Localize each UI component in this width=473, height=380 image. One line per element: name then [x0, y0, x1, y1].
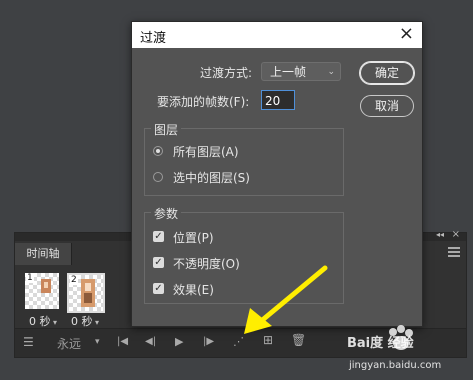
frame-delay-1[interactable]: 0 秒 ▾ [29, 313, 57, 329]
chevron-down-icon: ⌄ [327, 67, 335, 77]
tween-method-select[interactable]: 上一帧 ⌄ [261, 62, 341, 81]
close-panel-icon[interactable]: × [452, 229, 460, 240]
frame-delay-2[interactable]: 0 秒 ▾ [71, 313, 99, 329]
opacity-checkbox[interactable]: ✓ [153, 257, 164, 268]
frames-label: 要添加的帧数(F): [157, 95, 250, 109]
all-layers-radio[interactable] [153, 146, 163, 156]
layers-group: 图层 所有图层(A) 选中的图层(S) [144, 121, 344, 196]
position-label[interactable]: 位置(P) [173, 229, 214, 246]
dialog-titlebar: 过渡 × [132, 22, 422, 48]
first-frame-icon[interactable]: |◀ [117, 336, 128, 347]
cancel-button[interactable]: 取消 [360, 95, 414, 117]
position-checkbox[interactable]: ✓ [153, 231, 164, 242]
method-label: 过渡方式: [200, 66, 253, 80]
prev-frame-icon[interactable]: ◀| [145, 336, 156, 347]
loop-select[interactable]: 永远 [57, 335, 81, 352]
convert-timeline-icon[interactable]: ☰ [23, 335, 34, 349]
method-value: 上一帧 [270, 65, 307, 79]
watermark: Bai度 经验 jingyan.baidu.com [345, 322, 470, 378]
selected-layers-label[interactable]: 选中的图层(S) [173, 169, 250, 186]
dialog-title: 过渡 [140, 31, 167, 46]
frame-thumbnail-2[interactable]: 2 [67, 273, 105, 313]
params-group-title: 参数 [151, 205, 182, 222]
next-frame-icon[interactable]: |▶ [203, 336, 214, 347]
frame-image [41, 279, 51, 293]
play-icon[interactable]: ▶ [175, 335, 183, 348]
frame-image [81, 279, 95, 307]
watermark-url: jingyan.baidu.com [349, 360, 442, 371]
selected-layers-radio[interactable] [153, 172, 163, 182]
ok-button[interactable]: 确定 [360, 62, 414, 84]
collapse-icon[interactable]: ◂◂ [436, 230, 444, 239]
frames-to-add-input[interactable]: 20 [261, 90, 295, 110]
all-layers-label[interactable]: 所有图层(A) [173, 143, 239, 160]
layers-group-title: 图层 [151, 121, 182, 138]
annotation-arrow-icon [244, 265, 328, 334]
close-icon[interactable]: × [399, 23, 414, 44]
watermark-brand: Bai度 经验 [347, 336, 414, 351]
panel-menu-icon[interactable] [448, 247, 460, 257]
effects-label[interactable]: 效果(E) [173, 281, 214, 298]
frame-thumbnail-1[interactable]: 1 [25, 273, 59, 309]
frame-number: 1 [26, 273, 34, 283]
effects-checkbox[interactable]: ✓ [153, 283, 164, 294]
tab-timeline[interactable]: 时间轴 [15, 243, 72, 265]
loop-dropdown-icon[interactable]: ▾ [95, 337, 100, 347]
